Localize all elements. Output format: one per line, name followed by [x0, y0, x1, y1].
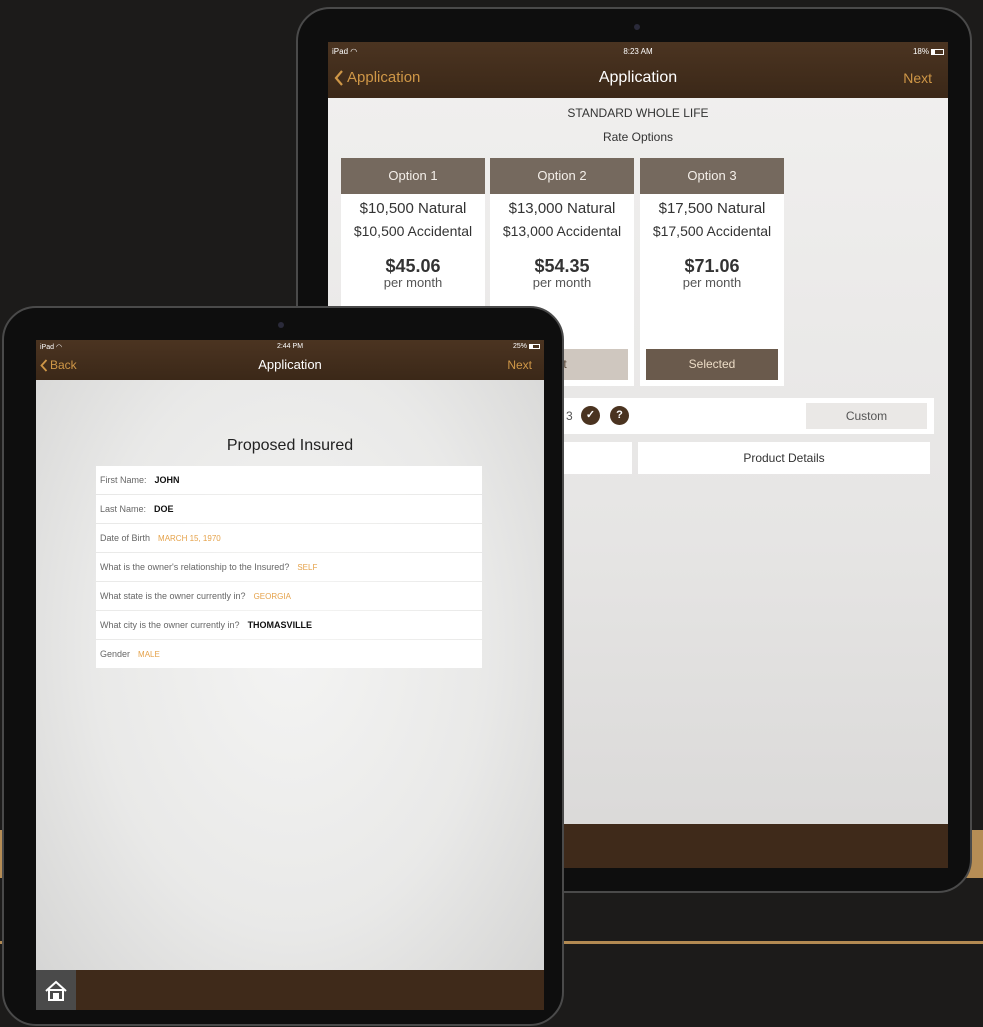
field-owner-state[interactable]: What state is the owner currently in? GEO… [96, 582, 482, 610]
natural-amount: $13,000 Natural [508, 200, 616, 217]
page-title: Application [258, 357, 322, 372]
status-time: 8:23 AM [623, 47, 653, 56]
status-time: 2:44 PM [276, 343, 304, 350]
field-label: What is the owner's relationship to the … [100, 562, 290, 572]
partial-label: 3 [566, 409, 573, 423]
field-label: What state is the owner currently in? [100, 591, 246, 601]
field-owner-relationship[interactable]: What is the owner's relationship to the … [96, 553, 482, 581]
field-label: What city is the owner currently in? [100, 620, 240, 630]
accidental-amount: $17,500 Accidental [652, 223, 772, 239]
status-battery: 18% [913, 47, 944, 56]
selected-button[interactable]: Selected [646, 349, 778, 380]
status-bar: iPad ◠ 2:44 PM 25% [36, 340, 544, 356]
accidental-amount: $13,000 Accidental [502, 223, 622, 239]
section-title: Rate Options [602, 130, 674, 144]
bottom-toolbar [36, 970, 544, 1010]
help-icon[interactable]: ? [610, 406, 629, 425]
home-icon [45, 980, 67, 1001]
camera-icon [278, 322, 284, 328]
nav-bar: iPad ◠ 2:44 PM 25% Back Application Next [36, 340, 544, 380]
home-button[interactable] [36, 970, 76, 1010]
field-last-name[interactable]: Last Name: DOE [96, 495, 482, 523]
option-card-3[interactable]: Option 3 $17,500 Natural $17,500 Acciden… [640, 158, 784, 386]
field-value[interactable]: JOHN [155, 475, 180, 485]
product-details-button[interactable]: Product Details [638, 442, 930, 474]
price-period: per month [383, 275, 443, 290]
field-value[interactable]: GEORGIA [254, 592, 291, 601]
field-label: Date of Birth [100, 533, 151, 543]
tablet-front-frame: iPad ◠ 2:44 PM 25% Back Application Next… [2, 306, 564, 1026]
form-title: Proposed Insured [226, 437, 354, 454]
insured-form: First Name: JOHN Last Name: DOE Date of Bi… [96, 466, 482, 669]
field-label: First Name: [100, 475, 147, 485]
option-header: Option 2 [490, 158, 634, 194]
natural-amount: $17,500 Natural [658, 200, 766, 217]
monthly-price: $54.35 [534, 256, 590, 276]
next-button[interactable]: Next [507, 358, 532, 372]
checkmark-icon[interactable]: ✓ [581, 406, 600, 425]
field-value[interactable]: MALE [138, 650, 160, 659]
battery-icon [529, 343, 540, 349]
status-battery: 25% [513, 343, 540, 350]
field-value[interactable]: MARCH 15, 1970 [158, 534, 221, 543]
option-header: Option 3 [640, 158, 784, 194]
product-title: STANDARD WHOLE LIFE [567, 106, 709, 120]
price-period: per month [532, 275, 592, 290]
option-header: Option 1 [341, 158, 485, 194]
field-date-of-birth[interactable]: Date of Birth MARCH 15, 1970 [96, 524, 482, 552]
price-period: per month [682, 275, 742, 290]
camera-icon [634, 24, 640, 30]
field-value[interactable]: SELF [297, 563, 317, 572]
field-gender[interactable]: Gender MALE [96, 640, 482, 668]
nav-bar: iPad ◠ 8:23 AM 18% Application Applicati… [328, 42, 948, 98]
field-label: Last Name: [100, 504, 147, 514]
proposed-insured-screen: iPad ◠ 2:44 PM 25% Back Application Next… [36, 340, 544, 1010]
custom-button[interactable]: Custom [806, 403, 927, 429]
field-value[interactable]: THOMASVILLE [248, 620, 313, 630]
accidental-amount: $10,500 Accidental [353, 223, 473, 239]
field-first-name[interactable]: First Name: JOHN [96, 466, 482, 494]
battery-icon [931, 48, 944, 55]
field-value[interactable]: DOE [154, 504, 174, 514]
page-title: Application [598, 69, 678, 86]
natural-amount: $10,500 Natural [359, 200, 467, 217]
monthly-price: $71.06 [684, 256, 740, 276]
monthly-price: $45.06 [385, 256, 441, 276]
field-label: Gender [100, 649, 131, 659]
field-owner-city[interactable]: What city is the owner currently in? THOM… [96, 611, 482, 639]
next-button[interactable]: Next [903, 70, 932, 86]
status-bar: iPad ◠ 8:23 AM 18% [328, 42, 948, 58]
